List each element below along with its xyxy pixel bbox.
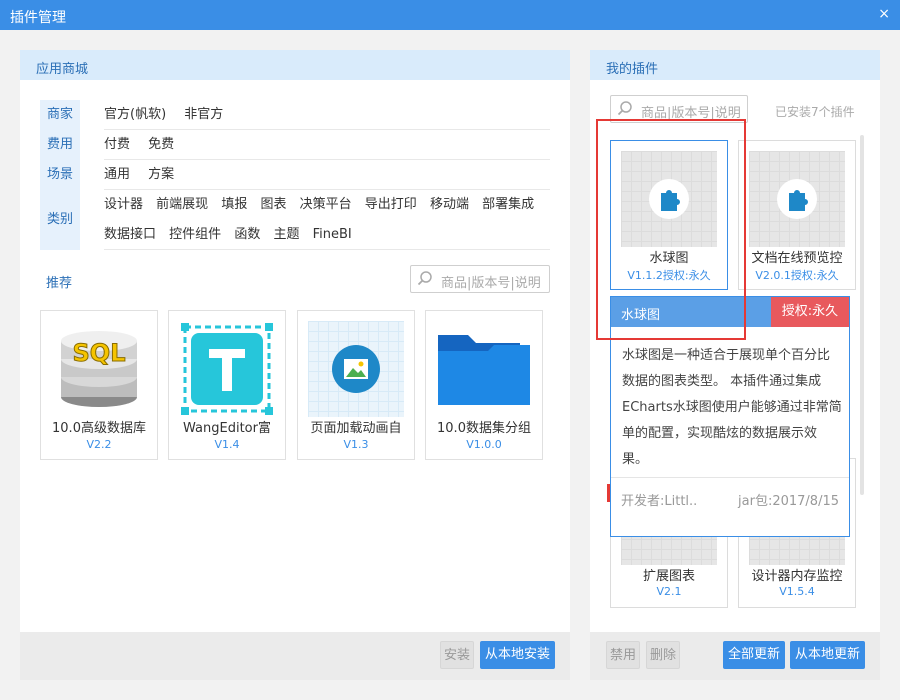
category-scene: 场景 bbox=[46, 167, 73, 182]
plugin-list-scrollbar[interactable] bbox=[860, 135, 864, 495]
filter-widget[interactable]: 控件组件 bbox=[169, 220, 221, 250]
store-card-name: 10.0数据集分组 bbox=[437, 421, 531, 436]
sql-database-icon: SQL bbox=[61, 331, 137, 407]
popup-footer: 开发者:Littl.. jar包:2017/8/15 bbox=[611, 477, 849, 537]
store-search-input[interactable]: 商品|版本号|说明 bbox=[410, 265, 550, 293]
delete-button[interactable]: 删除 bbox=[646, 641, 680, 669]
my-plugins-footer: 禁用 删除 全部更新 从本地更新 bbox=[590, 632, 880, 680]
disable-button[interactable]: 禁用 bbox=[606, 641, 640, 669]
plugin-card-version: V1.5.4 bbox=[779, 585, 815, 598]
filter-official[interactable]: 官方(帆软) bbox=[104, 100, 166, 130]
filter-function[interactable]: 函数 bbox=[234, 220, 260, 250]
license-badge: 授权:永久 bbox=[771, 297, 849, 327]
app-store-header: 应用商城 bbox=[20, 50, 570, 80]
store-card-version: V1.4 bbox=[214, 438, 240, 451]
plugin-card-name: 文档在线预览控 bbox=[751, 251, 843, 266]
text-editor-icon bbox=[181, 323, 273, 415]
category-fee: 费用 bbox=[46, 137, 73, 152]
filter-mobile[interactable]: 移动端 bbox=[430, 190, 469, 220]
filter-fill[interactable]: 填报 bbox=[221, 190, 247, 220]
filter-theme[interactable]: 主题 bbox=[273, 220, 299, 250]
filter-export[interactable]: 导出打印 bbox=[365, 190, 417, 220]
popup-developer: 开发者:Littl.. bbox=[621, 494, 698, 509]
close-icon[interactable]: × bbox=[878, 6, 890, 22]
scene-filter-row: 通用 方案 bbox=[104, 160, 550, 190]
local-update-button[interactable]: 从本地更新 bbox=[790, 641, 865, 669]
store-card-version: V1.3 bbox=[343, 438, 369, 451]
store-search-placeholder: 商品|版本号|说明 bbox=[441, 276, 541, 291]
puzzle-icon bbox=[777, 179, 817, 219]
my-plugins-header: 我的插件 bbox=[590, 50, 880, 80]
category-type: 类别 bbox=[46, 212, 73, 227]
filter-unofficial[interactable]: 非官方 bbox=[184, 100, 223, 130]
store-card-loading-animation[interactable]: 页面加载动画自 V1.3 bbox=[297, 310, 415, 460]
filter-deploy[interactable]: 部署集成 bbox=[482, 190, 534, 220]
filter-designer[interactable]: 设计器 bbox=[104, 190, 143, 220]
plugin-card-version: V2.0.1授权:永久 bbox=[755, 269, 839, 282]
type-filter-row: 设计器 前端展现 填报 图表 决策平台 导出打印 移动端 部署集成 数据接口 控… bbox=[104, 190, 550, 250]
store-card-name: WangEditor富 bbox=[183, 421, 271, 436]
filter-chart[interactable]: 图表 bbox=[260, 190, 286, 220]
install-button[interactable]: 安装 bbox=[440, 641, 474, 669]
svg-text:SQL: SQL bbox=[73, 339, 126, 367]
search-icon bbox=[617, 101, 632, 116]
store-card-wangeditor[interactable]: WangEditor富 V1.4 bbox=[168, 310, 286, 460]
store-card-version: V1.0.0 bbox=[466, 438, 502, 451]
store-card-name: 10.0高级数据库 bbox=[52, 421, 146, 436]
popup-jar-date: jar包:2017/8/15 bbox=[738, 494, 839, 509]
installed-count: 已安装7个插件 bbox=[775, 105, 855, 119]
filter-paid[interactable]: 付费 bbox=[104, 130, 130, 160]
category-vendor: 商家 bbox=[46, 107, 73, 122]
update-all-button[interactable]: 全部更新 bbox=[723, 641, 785, 669]
title-bar: 插件管理 × bbox=[0, 0, 900, 30]
plugin-card-name: 扩展图表 bbox=[642, 569, 695, 584]
filter-decision[interactable]: 决策平台 bbox=[300, 190, 352, 220]
window-title: 插件管理 bbox=[10, 10, 66, 26]
filter-general[interactable]: 通用 bbox=[104, 160, 130, 190]
plugin-card-version: V2.1 bbox=[656, 585, 682, 598]
app-store-footer: 安装 从本地安装 bbox=[20, 632, 570, 680]
popup-description: 水球图是一种适合于展现单个百分比数据的图表类型。 本插件通过集成ECharts水… bbox=[622, 348, 842, 467]
store-card-name: 页面加载动画自 bbox=[310, 421, 402, 436]
store-card-sql[interactable]: SQL 10.0高级数据库 V2.2 bbox=[40, 310, 158, 460]
image-icon bbox=[332, 345, 380, 393]
folder-icon bbox=[438, 335, 530, 405]
filter-data-interface[interactable]: 数据接口 bbox=[104, 220, 156, 250]
fee-filter-row: 付费 免费 bbox=[104, 130, 550, 160]
app-store-panel: 应用商城 商家 费用 场景 类别 官方(帆软) 非官方 付费 免费 通用 方案 … bbox=[20, 50, 570, 680]
vendor-filter-row: 官方(帆软) 非官方 bbox=[104, 100, 550, 130]
plugin-card-doc-preview[interactable]: 文档在线预览控 V2.0.1授权:永久 bbox=[738, 140, 856, 290]
filter-finebi[interactable]: FineBI bbox=[313, 220, 352, 250]
category-labels: 商家 费用 场景 类别 bbox=[40, 100, 80, 250]
filter-free[interactable]: 免费 bbox=[148, 130, 174, 160]
search-icon bbox=[417, 271, 432, 286]
store-card-version: V2.2 bbox=[86, 438, 112, 451]
plugin-card-name: 设计器内存监控 bbox=[751, 569, 843, 584]
local-install-button[interactable]: 从本地安装 bbox=[480, 641, 555, 669]
highlight-annotation-box bbox=[596, 119, 746, 340]
filter-solution[interactable]: 方案 bbox=[148, 160, 174, 190]
filter-frontend[interactable]: 前端展现 bbox=[156, 190, 208, 220]
recommend-label[interactable]: 推荐 bbox=[46, 272, 72, 291]
store-card-dataset-group[interactable]: 10.0数据集分组 V1.0.0 bbox=[425, 310, 543, 460]
